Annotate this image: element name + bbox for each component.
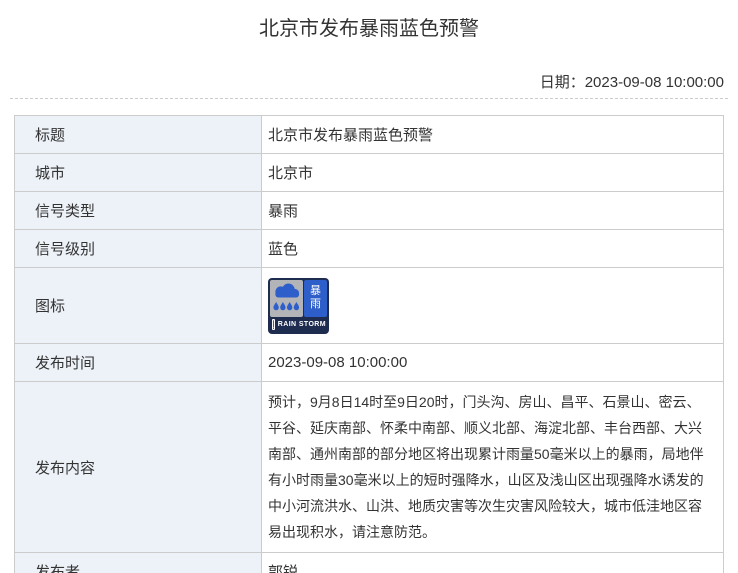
row-value-publish-time: 2023-09-08 10:00:00 bbox=[262, 344, 724, 382]
warning-icon-top: 暴 雨 bbox=[270, 280, 327, 317]
publish-date: 日期：2023-09-08 10:00:00 bbox=[0, 75, 738, 91]
row-label-icon: 图标 bbox=[15, 268, 262, 344]
warning-type-char-2: 雨 bbox=[304, 298, 327, 311]
warning-type-vertical-label: 暴 雨 bbox=[304, 280, 327, 317]
table-row-publish-content: 发布内容 预计，9月8日14时至9日20时，门头沟、房山、昌平、石景山、密云、平… bbox=[15, 382, 724, 553]
row-label-publish-content: 发布内容 bbox=[15, 382, 262, 553]
warning-icon-bottom-bar: 蓝 RAIN STORM bbox=[270, 318, 327, 332]
rain-cloud-icon bbox=[270, 280, 303, 317]
table-row-signal-level: 信号级别 蓝色 bbox=[15, 230, 724, 268]
rainstorm-blue-warning-icon: 暴 雨 蓝 RAIN STORM bbox=[268, 278, 329, 334]
table-row-title: 标题 北京市发布暴雨蓝色预警 bbox=[15, 116, 724, 154]
table-row-icon: 图标 bbox=[15, 268, 724, 344]
warning-type-char-1: 暴 bbox=[304, 285, 327, 298]
row-label-signal-level: 信号级别 bbox=[15, 230, 262, 268]
warning-english-label: RAIN STORM bbox=[278, 321, 326, 328]
dashed-separator bbox=[10, 98, 728, 99]
table-row-signal-type: 信号类型 暴雨 bbox=[15, 192, 724, 230]
row-label-title: 标题 bbox=[15, 116, 262, 154]
row-value-publish-content: 预计，9月8日14时至9日20时，门头沟、房山、昌平、石景山、密云、平谷、延庆南… bbox=[262, 382, 724, 553]
row-value-icon: 暴 雨 蓝 RAIN STORM bbox=[262, 268, 724, 344]
table-row-publish-time: 发布时间 2023-09-08 10:00:00 bbox=[15, 344, 724, 382]
row-value-city: 北京市 bbox=[262, 154, 724, 192]
row-value-signal-level: 蓝色 bbox=[262, 230, 724, 268]
row-value-signal-type: 暴雨 bbox=[262, 192, 724, 230]
row-label-city: 城市 bbox=[15, 154, 262, 192]
row-value-title: 北京市发布暴雨蓝色预警 bbox=[262, 116, 724, 154]
warning-info-table: 标题 北京市发布暴雨蓝色预警 城市 北京市 信号类型 暴雨 信号级别 蓝色 图标 bbox=[14, 115, 724, 573]
row-label-publisher: 发布者 bbox=[15, 553, 262, 573]
table-row-publisher: 发布者 郭锐 bbox=[15, 553, 724, 573]
row-label-publish-time: 发布时间 bbox=[15, 344, 262, 382]
table-row-city: 城市 北京市 bbox=[15, 154, 724, 192]
page-title: 北京市发布暴雨蓝色预警 bbox=[0, 0, 738, 41]
weather-warning-page: 北京市发布暴雨蓝色预警 日期：2023-09-08 10:00:00 标题 北京… bbox=[0, 0, 738, 573]
row-label-signal-type: 信号类型 bbox=[15, 192, 262, 230]
row-value-publisher: 郭锐 bbox=[262, 553, 724, 573]
warning-level-badge: 蓝 bbox=[272, 319, 275, 330]
